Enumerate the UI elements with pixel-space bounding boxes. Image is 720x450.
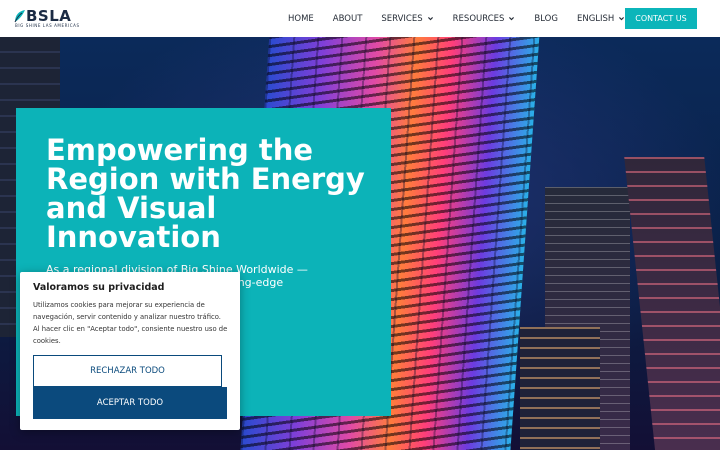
building-far-right <box>624 157 720 450</box>
reject-all-button[interactable]: RECHAZAR TODO <box>33 355 222 387</box>
chevron-down-icon <box>427 17 433 21</box>
nav-services[interactable]: SERVICES <box>381 14 433 24</box>
nav-blog-label: BLOG <box>534 13 558 24</box>
cookie-description: Utilizamos cookies para mejorar su exper… <box>33 301 228 345</box>
site-header: BSLA BIG SHINE LAS AMERICAS HOME ABOUT S… <box>0 0 720 37</box>
building-low <box>520 327 600 450</box>
nav-about-label: ABOUT <box>332 13 363 24</box>
contact-us-button[interactable]: CONTACT US <box>625 8 697 29</box>
main-nav: HOME ABOUT SERVICES RESOURCES BLOG ENGLI… <box>288 0 644 37</box>
logo-tagline: BIG SHINE LAS AMERICAS <box>15 23 80 28</box>
nav-about[interactable]: ABOUT <box>333 14 363 24</box>
leaf-logo-icon <box>14 10 25 23</box>
cookie-title: Valoramos su privacidad <box>33 282 165 293</box>
language-selector[interactable]: ENGLISH <box>577 14 625 24</box>
hero-title: Empowering the Region with Energy and Vi… <box>46 133 365 254</box>
site-logo[interactable]: BSLA BIG SHINE LAS AMERICAS <box>14 7 88 30</box>
nav-blog[interactable]: BLOG <box>534 14 558 24</box>
chevron-down-icon <box>509 17 515 21</box>
accept-all-button[interactable]: ACEPTAR TODO <box>33 387 227 419</box>
nav-resources[interactable]: RESOURCES <box>453 14 516 24</box>
nav-home[interactable]: HOME <box>288 14 314 24</box>
language-label: ENGLISH <box>576 13 615 24</box>
nav-home-label: HOME <box>288 13 314 24</box>
nav-resources-label: RESOURCES <box>452 13 505 24</box>
cookie-consent-dialog: Valoramos su privacidad Utilizamos cooki… <box>20 272 240 430</box>
nav-services-label: SERVICES <box>381 13 423 24</box>
